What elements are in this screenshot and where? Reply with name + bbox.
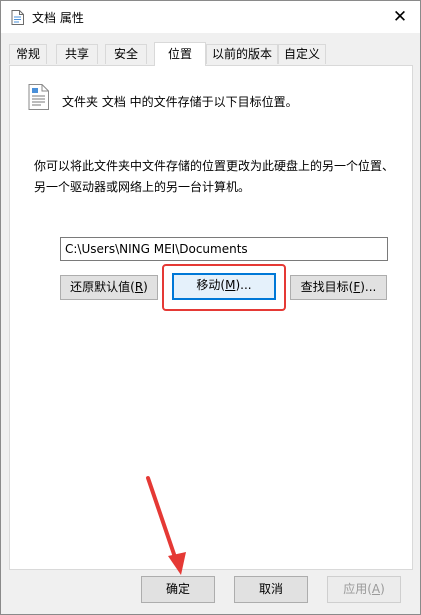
apply-label: 应用 bbox=[343, 582, 368, 596]
find-accesskey: F bbox=[353, 280, 361, 294]
location-panel: 文件夹 文档 中的文件存储于以下目标位置。 你可以将此文件夹中文件存储的位置更改… bbox=[9, 65, 413, 570]
restore-default-button[interactable]: 还原默认值(R) bbox=[60, 275, 158, 300]
apply-button[interactable]: 应用(A) bbox=[327, 576, 401, 603]
title-bar: 文档 属性 ✕ bbox=[1, 1, 420, 33]
folder-document-icon bbox=[28, 84, 49, 110]
location-path-field[interactable]: C:\Users\NING MEI\Documents bbox=[60, 237, 388, 261]
ok-button[interactable]: 确定 bbox=[141, 576, 215, 603]
tab-sharing[interactable]: 共享 bbox=[56, 44, 98, 64]
close-button[interactable]: ✕ bbox=[380, 1, 420, 33]
find-label: 查找目标 bbox=[300, 280, 349, 294]
tab-customize[interactable]: 自定义 bbox=[278, 44, 326, 64]
apply-accesskey: A bbox=[371, 582, 381, 596]
document-icon bbox=[11, 10, 24, 25]
restore-accesskey: R bbox=[134, 280, 144, 294]
find-target-button[interactable]: 查找目标(F)... bbox=[290, 275, 387, 300]
location-description: 你可以将此文件夹中文件存储的位置更改为此硬盘上的另一个位置、另一个驱动器或网络上… bbox=[34, 159, 395, 194]
cancel-button[interactable]: 取消 bbox=[234, 576, 308, 603]
tab-previous-versions[interactable]: 以前的版本 bbox=[206, 44, 278, 64]
properties-dialog: 文档 属性 ✕ 常规 共享 安全 位置 以前的版本 自定义 文件夹 文档 中的文… bbox=[0, 0, 421, 615]
tab-location[interactable]: 位置 bbox=[154, 42, 206, 66]
close-icon: ✕ bbox=[392, 7, 408, 27]
location-heading: 文件夹 文档 中的文件存储于以下目标位置。 bbox=[62, 95, 298, 109]
window-title: 文档 属性 bbox=[32, 11, 84, 25]
move-button-highlight bbox=[162, 264, 286, 311]
find-ellipsis: ... bbox=[364, 280, 377, 294]
tab-security[interactable]: 安全 bbox=[105, 44, 147, 64]
tab-general[interactable]: 常规 bbox=[9, 44, 47, 64]
restore-label: 还原默认值 bbox=[70, 280, 131, 294]
